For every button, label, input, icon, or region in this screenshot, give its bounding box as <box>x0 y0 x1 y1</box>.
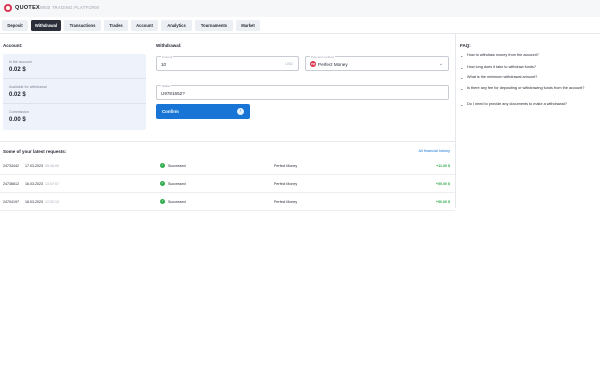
faq-question: Is there any fee for depositing or withd… <box>467 86 585 90</box>
check-circle-icon: ✓ <box>160 199 165 204</box>
faq-item[interactable]: ⌄ Is there any fee for depositing or wit… <box>460 86 600 91</box>
account-row-commission: Commission 0.00 $ <box>3 104 146 129</box>
request-id: 24736612 <box>3 182 19 186</box>
tab-analytics[interactable]: Analytics <box>161 19 192 31</box>
tab-label: Deposit <box>7 22 23 28</box>
confirm-label: Confirm <box>162 109 179 114</box>
platform-label: WEB TRADING PLATFORM <box>40 5 100 10</box>
tab-label: Analytics <box>167 22 186 28</box>
request-time: 05:45:00 <box>45 164 59 168</box>
tab-tournaments[interactable]: Tournaments <box>195 19 233 31</box>
brand-name: QUOTEX <box>15 5 41 11</box>
tab-account[interactable]: Account <box>131 19 158 31</box>
status-badge: ✓ Successed <box>160 199 186 204</box>
withdrawal-title: Withdrawal: <box>156 43 182 48</box>
request-amount: +50.00 $ <box>435 200 450 204</box>
chevron-down-icon: ⌄ <box>438 61 443 67</box>
request-amount: +11.00 $ <box>436 164 450 168</box>
finance-tabs: Deposit Withdrawal Transactions Trades A… <box>0 17 600 34</box>
section-divider <box>455 34 456 208</box>
check-circle-icon: ✓ <box>160 163 165 168</box>
faq-question: How long does it take to withdraw funds? <box>467 65 537 69</box>
commission-value: 0.00 $ <box>9 117 26 123</box>
tab-label: Transactions <box>69 22 96 28</box>
request-time: 12:32:13 <box>45 200 59 204</box>
request-amount: +50.00 $ <box>435 182 450 186</box>
request-status: Successed <box>168 163 186 168</box>
tab-label: Market <box>241 22 255 28</box>
account-row-balance: In the account 0.02 $ <box>3 54 146 79</box>
chevron-down-icon: ⌄ <box>460 75 464 80</box>
tab-withdrawal[interactable]: Withdrawal <box>31 19 61 31</box>
section-divider <box>0 141 455 142</box>
faq-question: What is the minimum withdrawal amount? <box>467 75 538 79</box>
request-method: Perfect Money <box>274 182 298 186</box>
chevron-down-icon: ⌄ <box>460 86 464 91</box>
commission-label: Commission <box>9 110 29 114</box>
request-status: Successed <box>168 181 186 186</box>
balance-value: 0.02 $ <box>9 67 26 73</box>
request-status: Successed <box>168 199 186 204</box>
faq-item[interactable]: ⌄ How to withdraw money from the account… <box>460 53 600 58</box>
method-value: Perfect Money <box>318 61 348 67</box>
arrow-right-icon: › <box>237 108 244 115</box>
tab-label: Trades <box>109 22 123 28</box>
request-id: 24704197 <box>3 200 19 204</box>
request-method: Perfect Money <box>274 164 298 168</box>
table-row: 24736612 16.03.2023 13:07:07 ✓ Successed… <box>0 175 455 193</box>
amount-value: 10 <box>161 62 167 67</box>
account-row-available: Available for withdrawal 0.02 $ <box>3 79 146 104</box>
available-value: 0.02 $ <box>9 92 26 98</box>
faq-item[interactable]: ⌄ Do I need to provide any documents to … <box>460 102 600 107</box>
request-date: 17.03.2023 <box>25 164 43 168</box>
amount-label: Amount <box>161 55 174 59</box>
request-id: 24733442 <box>3 164 19 168</box>
method-label: Payment method <box>310 55 335 59</box>
tab-deposit[interactable]: Deposit <box>2 19 28 31</box>
faq-item[interactable]: ⌄ What is the minimum withdrawal amount? <box>460 75 600 80</box>
chevron-down-icon: ⌄ <box>460 102 464 107</box>
tab-label: Withdrawal <box>34 22 58 28</box>
tab-trades[interactable]: Trades <box>104 19 128 31</box>
faq-question: Do I need to provide any documents to ma… <box>467 102 567 106</box>
status-badge: ✓ Successed <box>160 163 186 168</box>
confirm-button[interactable]: Confirm › <box>156 104 250 119</box>
tab-transactions[interactable]: Transactions <box>64 19 101 31</box>
account-title: Account: <box>3 43 23 48</box>
quotex-logo-icon <box>4 4 12 12</box>
faq-title: FAQ: <box>460 43 471 48</box>
brand-logo[interactable]: QUOTEX <box>4 4 40 12</box>
financial-history-link[interactable]: All financial history <box>419 149 450 153</box>
balance-label: In the account <box>9 60 32 64</box>
account-summary-card: In the account 0.02 $ Available for with… <box>3 54 146 130</box>
amount-input[interactable]: Amount 10 USD <box>156 55 299 71</box>
wallet-label: Wallet <box>161 84 172 88</box>
perfect-money-icon: PM <box>310 61 316 67</box>
wallet-value: U9781652? <box>161 91 185 96</box>
request-date: 16.03.2023 <box>25 200 43 204</box>
tab-market[interactable]: Market <box>236 19 260 31</box>
request-method: Perfect Money <box>274 200 298 204</box>
check-circle-icon: ✓ <box>160 181 165 186</box>
status-badge: ✓ Successed <box>160 181 186 186</box>
available-label: Available for withdrawal <box>9 85 47 89</box>
request-time: 13:07:07 <box>45 182 59 186</box>
chevron-down-icon: ⌄ <box>460 53 464 58</box>
top-header: QUOTEX WEB TRADING PLATFORM <box>0 0 600 17</box>
requests-title: Some of your latest requests: <box>3 149 67 154</box>
wallet-input[interactable]: Wallet U9781652? <box>156 84 449 100</box>
table-row: 24733442 17.03.2023 05:45:00 ✓ Successed… <box>0 157 455 175</box>
faq-question: How to withdraw money from the account? <box>467 53 539 57</box>
chevron-down-icon: ⌄ <box>460 65 464 70</box>
tab-label: Tournaments <box>200 22 228 28</box>
faq-item[interactable]: ⌄ How long does it take to withdraw fund… <box>460 65 600 70</box>
payment-method-select[interactable]: Payment method PM Perfect Money ⌄ <box>305 55 449 71</box>
tab-label: Account <box>136 22 153 28</box>
table-row: 24704197 16.03.2023 12:32:13 ✓ Successed… <box>0 193 455 211</box>
currency-label: USD <box>285 62 293 66</box>
request-date: 16.03.2023 <box>25 182 43 186</box>
